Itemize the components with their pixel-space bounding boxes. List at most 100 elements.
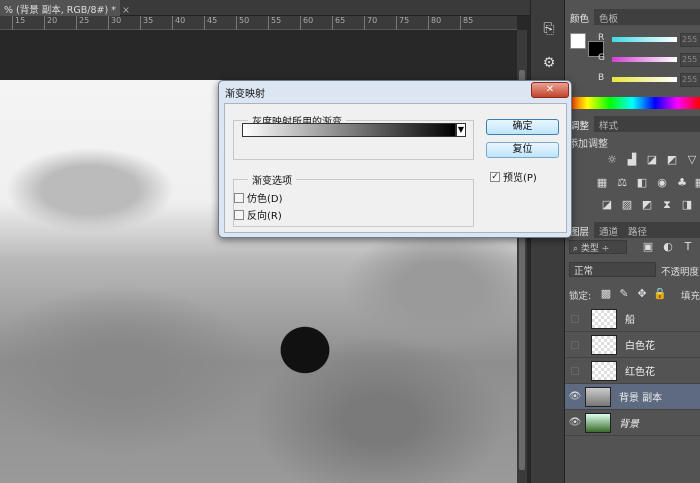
dialog-body: 灰度映射所用的渐变 ▼ 渐变选项 仿色(D) 反向(R) 确定 复位 ✓预览(P… (224, 103, 567, 233)
channel-value[interactable]: 255 (680, 73, 700, 87)
reverse-box[interactable] (234, 209, 244, 220)
ruler-tick: 35 (140, 16, 153, 30)
gradient-map-dialog: 渐变映射 ✕ 灰度映射所用的渐变 ▼ 渐变选项 仿色(D) 反向(R) 确定 复… (218, 80, 572, 238)
visibility-toggle[interactable] (571, 340, 579, 349)
preview-label: 预览(P) (503, 173, 537, 184)
ruler-tick: 40 (172, 16, 185, 30)
layer-name: 红色花 (625, 367, 655, 378)
dither-label: 仿色(D) (247, 194, 283, 205)
tab-swatches[interactable]: 色板 (594, 9, 623, 25)
gradient-options-group: 渐变选项 仿色(D) 反向(R) (233, 172, 474, 227)
ruler-tick: 30 (108, 16, 121, 30)
gradient-map-icon[interactable]: ⧗ (660, 199, 674, 211)
lock-transparent-icon[interactable]: ▩ (599, 288, 613, 300)
dither-checkbox[interactable]: 仿色(D) (234, 190, 283, 205)
preview-box[interactable]: ✓ (490, 171, 500, 182)
channel-mixer-icon[interactable]: ♣ (675, 177, 689, 189)
channel-slider[interactable] (612, 57, 677, 62)
adjustment-filter-icon[interactable]: ◐ (661, 241, 675, 253)
channel-value[interactable]: 255 (680, 33, 700, 47)
ruler-tick: 25 (76, 16, 89, 30)
blend-mode-value: 正常 (574, 266, 594, 277)
preview-checkbox[interactable]: ✓ 预览(P) (490, 169, 537, 184)
hue-saturation-icon[interactable]: ▦ (595, 177, 609, 189)
layer-row[interactable]: 👁 背景 (565, 410, 700, 436)
posterize-icon[interactable]: ▨ (620, 199, 634, 211)
ruler-tick: 85 (460, 16, 473, 30)
channel-slider[interactable] (612, 37, 677, 42)
exposure-icon[interactable]: ◩ (665, 154, 679, 166)
ruler-tick: 45 (204, 16, 217, 30)
brightness-icon[interactable]: ☼ (605, 154, 619, 166)
channel-value[interactable]: 255 (680, 53, 700, 67)
selective-color-icon[interactable]: ◨ (680, 199, 694, 211)
channel-label: R (598, 33, 605, 43)
ruler-tick: 80 (428, 16, 441, 30)
layer-name: 背景 副本 (619, 393, 663, 404)
layer-name: 白色花 (625, 341, 655, 352)
layer-row[interactable]: 红色花 (565, 358, 700, 384)
layer-thumbnail (585, 386, 611, 407)
dither-box[interactable] (234, 192, 244, 203)
lock-label: 锁定: (569, 291, 592, 302)
vibrance-icon[interactable]: ▽ (685, 154, 699, 166)
gradient-dropdown-icon[interactable]: ▼ (456, 123, 466, 137)
layer-filter-select[interactable]: ⌕ 类型 ÷ (569, 240, 627, 254)
gradient-preview[interactable] (242, 123, 456, 137)
curves-icon[interactable]: ◪ (645, 154, 659, 166)
layer-thumbnail (591, 334, 617, 355)
channel-slider[interactable] (612, 77, 677, 82)
levels-icon[interactable]: ▟ (625, 154, 639, 166)
color-spectrum[interactable] (565, 97, 700, 109)
ruler-tick: 75 (396, 16, 409, 30)
layer-filter-label: 类型 (580, 244, 599, 254)
visibility-toggle[interactable] (571, 314, 579, 323)
close-tab-icon[interactable]: × (122, 5, 130, 16)
layer-thumbnail (585, 412, 611, 433)
channel-label: G (598, 53, 605, 63)
history-icon[interactable]: ⎘ (538, 18, 560, 40)
document-tab-title: % (背景 副本, RGB/8#) * (4, 5, 116, 16)
gradient-group: 灰度映射所用的渐变 ▼ (233, 113, 474, 160)
image-filter-icon[interactable]: ▣ (641, 241, 655, 253)
black-white-icon[interactable]: ◧ (635, 177, 649, 189)
tab-paths[interactable]: 路径 (623, 222, 652, 238)
ok-button[interactable]: 确定 (486, 119, 559, 135)
photo-filter-icon[interactable]: ◉ (655, 177, 669, 189)
document-tab[interactable]: % (背景 副本, RGB/8#) * × (0, 0, 130, 16)
tab-styles[interactable]: 样式 (594, 116, 623, 132)
layer-row[interactable]: 👁 背景 副本 (565, 384, 700, 410)
layer-row[interactable]: 船 (565, 306, 700, 332)
channel-label: B (598, 73, 605, 83)
lock-pixels-icon[interactable]: ✎ (617, 288, 631, 300)
layer-row[interactable]: 白色花 (565, 332, 700, 358)
ruler-tick: 65 (332, 16, 345, 30)
threshold-icon[interactable]: ◩ (640, 199, 654, 211)
tab-color[interactable]: 颜色 (565, 9, 595, 25)
opacity-label: 不透明度 (661, 267, 700, 278)
options-group-label: 渐变选项 (248, 172, 296, 187)
reset-button[interactable]: 复位 (486, 142, 559, 158)
visibility-toggle[interactable] (571, 366, 579, 375)
horizontal-ruler: 15 20 25 30 35 40 45 50 55 60 65 70 75 80 85 (0, 16, 517, 30)
eye-icon[interactable]: 👁 (565, 391, 585, 402)
layer-name: 背景 (619, 419, 639, 430)
blend-mode-select[interactable]: 正常 (569, 262, 656, 277)
right-panels: 颜色 色板 调整 样式 添加调整 ☼ ▟ ◪ ◩ ▽ ▦ ⚖ ◧ ◉ ♣ ▦ ◪… (565, 0, 700, 483)
color-lookup-icon[interactable]: ▦ (693, 177, 700, 189)
ruler-tick: 20 (44, 16, 57, 30)
foreground-color-swatch[interactable] (570, 33, 586, 49)
dialog-close-button[interactable]: ✕ (531, 82, 569, 98)
eye-icon[interactable]: 👁 (565, 417, 585, 428)
tab-channels[interactable]: 通道 (594, 222, 623, 238)
lock-all-icon[interactable]: 🔒 (653, 288, 667, 300)
lock-position-icon[interactable]: ✥ (635, 288, 649, 300)
type-filter-icon[interactable]: T (681, 241, 695, 253)
invert-icon[interactable]: ◪ (600, 199, 614, 211)
actions-icon[interactable]: ⚙ (538, 52, 560, 74)
reverse-label: 反向(R) (247, 211, 282, 222)
color-balance-icon[interactable]: ⚖ (615, 177, 629, 189)
ruler-tick: 15 (12, 16, 25, 30)
reverse-checkbox[interactable]: 反向(R) (234, 207, 282, 222)
layer-thumbnail (591, 308, 617, 329)
